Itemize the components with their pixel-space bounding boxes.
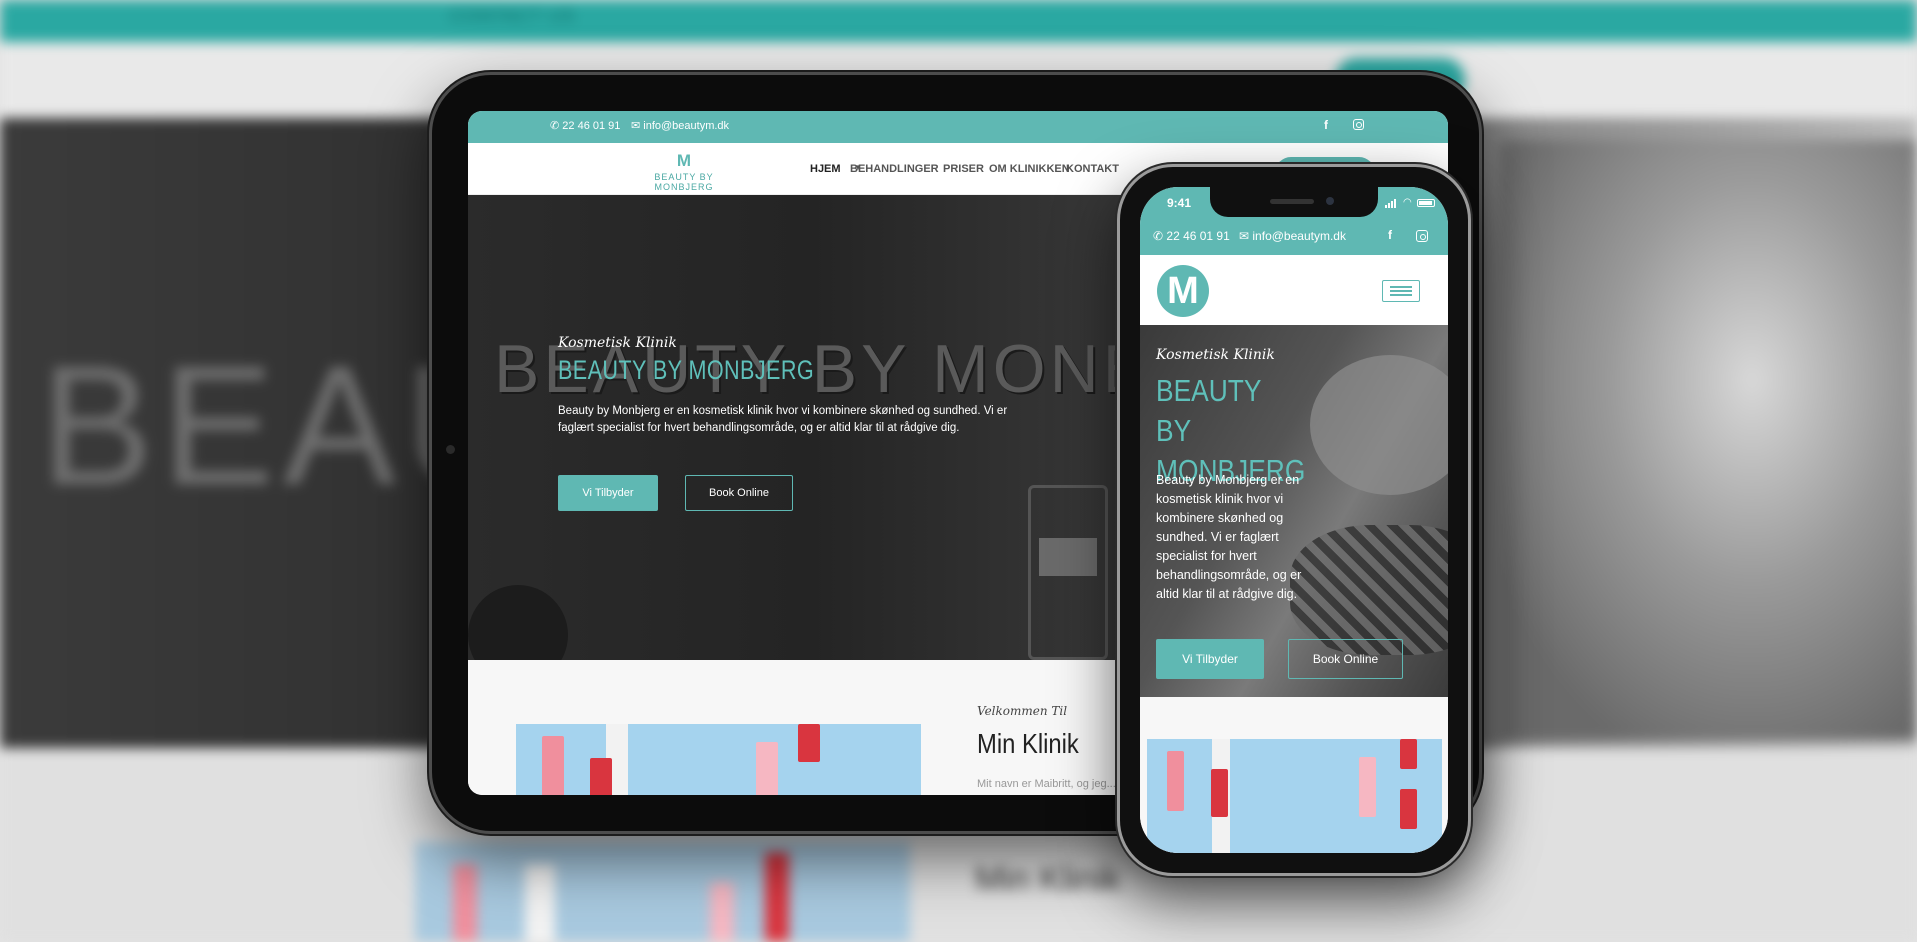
- phone-camera: [1326, 197, 1334, 205]
- facebook-icon[interactable]: f: [1388, 228, 1392, 242]
- bg-lipstick-photo: [415, 842, 910, 942]
- bg-lipstick: [453, 864, 477, 942]
- lipstick-photo: [516, 724, 921, 795]
- logo-wordmark: BEAUTY BY MONBJERG: [654, 172, 714, 192]
- battery-icon: [1417, 199, 1435, 207]
- hero-photo-figure: [1310, 355, 1448, 495]
- tablet-email-address: info@beautym.dk: [643, 120, 730, 132]
- lipstick-image: [798, 724, 820, 762]
- welcome-heading: Min Klinik: [977, 728, 1079, 759]
- phone-phone-link[interactable]: ✆ 22 46 01 91: [1153, 229, 1230, 243]
- bg-lipstick: [765, 852, 789, 942]
- hero-photo-pattern: [1290, 525, 1448, 655]
- phone-notch: [1210, 187, 1378, 217]
- lipstick-image: [1400, 789, 1417, 829]
- lipstick-image: [1211, 769, 1228, 817]
- lipstick-image: [756, 742, 778, 795]
- hamburger-menu-icon[interactable]: [1382, 280, 1420, 302]
- phone-phone-number: 22 46 01 91: [1166, 229, 1230, 243]
- lipstick-image: [590, 758, 612, 795]
- tablet-contact-bar: ✆ 22 46 01 91 ✉ info@beautym.dk f: [468, 111, 1448, 143]
- wifi-icon: ◠: [1403, 197, 1412, 208]
- bg-divider: [525, 864, 555, 942]
- book-online-button[interactable]: Book Online: [685, 475, 793, 511]
- welcome-body: Mit navn er Maibritt, og jeg...: [977, 778, 1116, 790]
- phone-screen: 9:41 ◠ ✆ 22 46 01 91 ✉ info@beautym.dk f…: [1140, 187, 1448, 853]
- nav-item-behandlinger-label: BEHANDLINGER: [850, 163, 939, 175]
- logo-mark-icon: M: [676, 151, 692, 170]
- nav-item-priser[interactable]: PRISER: [943, 163, 984, 175]
- chevron-down-icon: ▼: [854, 163, 862, 172]
- phone-hero: Kosmetisk Klinik BEAUTY BY MONBJERG Beau…: [1140, 325, 1448, 697]
- phone-welcome-section: [1140, 697, 1448, 853]
- lipstick-image: [542, 736, 564, 795]
- bg-topbar: CONTACT US: [0, 0, 1917, 42]
- phone-vi-tilbyder-button[interactable]: Vi Tilbyder: [1156, 639, 1264, 679]
- phone-hero-subtitle: Kosmetisk Klinik: [1156, 347, 1275, 363]
- hero-description: Beauty by Monbjerg er en kosmetisk klini…: [558, 405, 1008, 434]
- tablet-phone-number: 22 46 01 91: [562, 120, 621, 132]
- instagram-icon[interactable]: [1416, 230, 1428, 242]
- tablet-camera: [446, 445, 455, 454]
- hero-title: BEAUTY BY MONBJERG: [558, 355, 815, 385]
- nav-item-om-klinikken[interactable]: OM KLINIKKEN: [989, 163, 1070, 175]
- phone-device: 9:41 ◠ ✆ 22 46 01 91 ✉ info@beautym.dk f…: [1117, 164, 1471, 876]
- phone-hero-description: Beauty by Monbjerg er en kosmetisk klini…: [1156, 473, 1302, 601]
- tablet-email-link[interactable]: ✉ info@beautym.dk: [631, 119, 729, 132]
- status-time: 9:41: [1167, 196, 1192, 210]
- bg-topbar-text: CONTACT US: [450, 6, 576, 26]
- welcome-kicker: Velkommen Til: [977, 704, 1068, 718]
- phone-email-link[interactable]: ✉ info@beautym.dk: [1239, 229, 1346, 243]
- phone-email-address: info@beautym.dk: [1252, 229, 1346, 243]
- signal-icon: [1385, 199, 1399, 208]
- nav-item-kontakt[interactable]: KONTAKT: [1066, 163, 1119, 175]
- bg-section-heading: Min Klinik: [975, 860, 1121, 898]
- tablet-logo[interactable]: M BEAUTY BY MONBJERG: [624, 151, 744, 192]
- nav-item-hjem[interactable]: HJEM: [810, 163, 841, 175]
- lipstick-image: [1359, 757, 1376, 817]
- lipstick-image: [1400, 739, 1417, 769]
- vi-tilbyder-button[interactable]: Vi Tilbyder: [558, 475, 658, 511]
- bg-lipstick: [710, 882, 734, 942]
- hero-subtitle: Kosmetisk Klinik: [558, 335, 677, 351]
- phone-speaker: [1270, 199, 1314, 204]
- phone-lipstick-photo: [1147, 739, 1442, 853]
- facebook-icon[interactable]: f: [1324, 118, 1328, 132]
- tablet-phone-link[interactable]: ✆ 22 46 01 91: [550, 119, 620, 132]
- phone-contact-bar: ✆ 22 46 01 91 ✉ info@beautym.dk f: [1140, 219, 1448, 255]
- instagram-icon[interactable]: [1353, 119, 1364, 130]
- phone-logo[interactable]: M: [1157, 265, 1209, 317]
- phone-navbar: M: [1140, 255, 1448, 325]
- bg-photo-blur: [1500, 140, 1917, 740]
- lipstick-image: [1167, 751, 1184, 811]
- phone-book-online-button[interactable]: Book Online: [1288, 639, 1403, 679]
- hero-trolley-image: [1028, 485, 1108, 660]
- hero-lamp-image: [468, 585, 568, 660]
